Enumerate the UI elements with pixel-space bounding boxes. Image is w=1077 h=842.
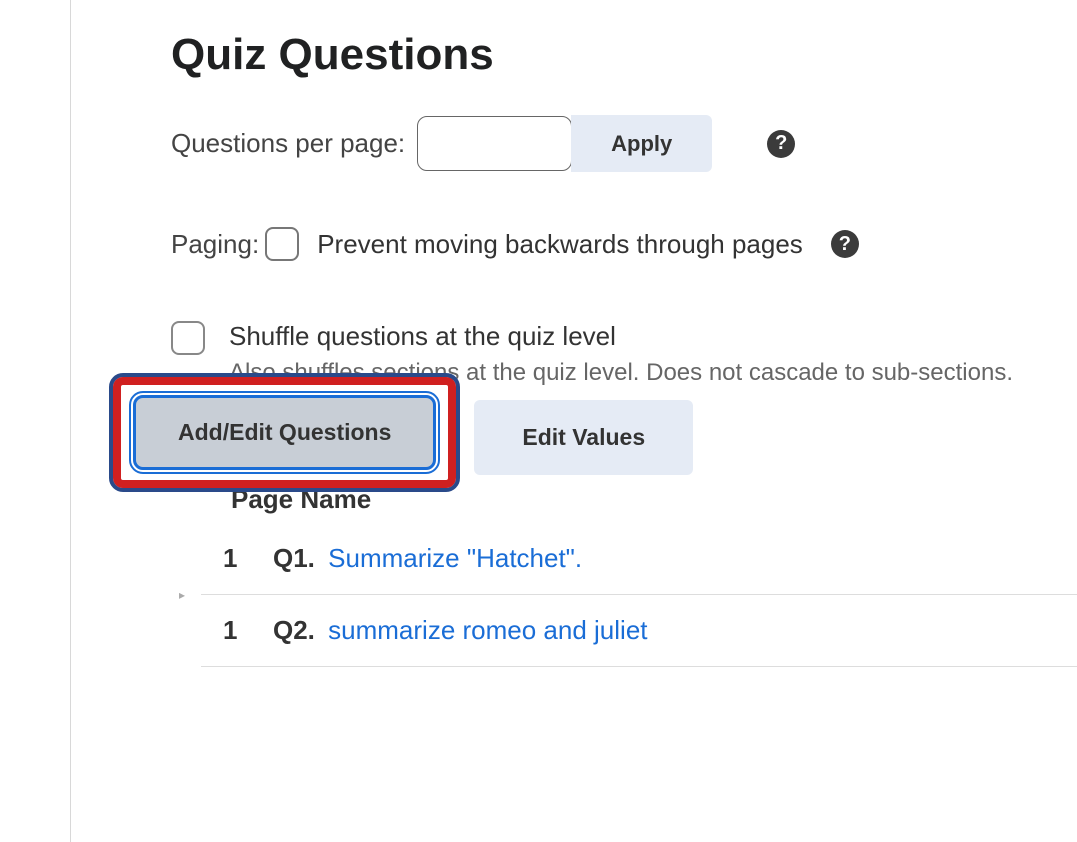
question-list: 1 Q1. Summarize "Hatchet". ▸ 1 Q2. summa… [201,523,1077,667]
highlight-annotation: Add/Edit Questions [113,377,456,488]
question-label: Q1. Summarize "Hatchet". [273,543,582,574]
question-prefix: Q2. [273,615,315,645]
shuffle-row: Shuffle questions at the quiz level [171,321,1077,355]
question-link[interactable]: Summarize "Hatchet". [328,543,582,573]
paging-row: Paging: Prevent moving backwards through… [171,227,1077,261]
question-link[interactable]: summarize romeo and juliet [328,615,647,645]
question-page-number: 1 [223,615,273,646]
drag-handle-icon[interactable]: ▸ [179,588,185,602]
question-prefix: Q1. [273,543,315,573]
table-header-page-name: Page Name [231,484,1077,515]
questions-per-page-input[interactable] [417,116,572,171]
questions-per-page-label: Questions per page: [171,128,405,159]
shuffle-label: Shuffle questions at the quiz level [229,321,616,352]
help-icon[interactable]: ? [767,130,795,158]
table-row: 1 Q1. Summarize "Hatchet". ▸ [201,523,1077,595]
questions-per-page-row: Questions per page: Apply ? [171,115,1077,172]
paging-checkbox[interactable] [265,227,299,261]
help-icon[interactable]: ? [831,230,859,258]
edit-values-button[interactable]: Edit Values [474,400,693,475]
question-page-number: 1 [223,543,273,574]
paging-text: Prevent moving backwards through pages [317,229,803,260]
apply-button[interactable]: Apply [571,115,712,172]
add-edit-questions-button[interactable]: Add/Edit Questions [133,395,436,470]
shuffle-checkbox[interactable] [171,321,205,355]
page-title: Quiz Questions [171,30,1077,80]
question-label: Q2. summarize romeo and juliet [273,615,648,646]
paging-label: Paging: [171,229,259,260]
table-row: 1 Q2. summarize romeo and juliet [201,595,1077,667]
action-buttons-row: Add/Edit Questions Edit Values [113,377,1077,488]
